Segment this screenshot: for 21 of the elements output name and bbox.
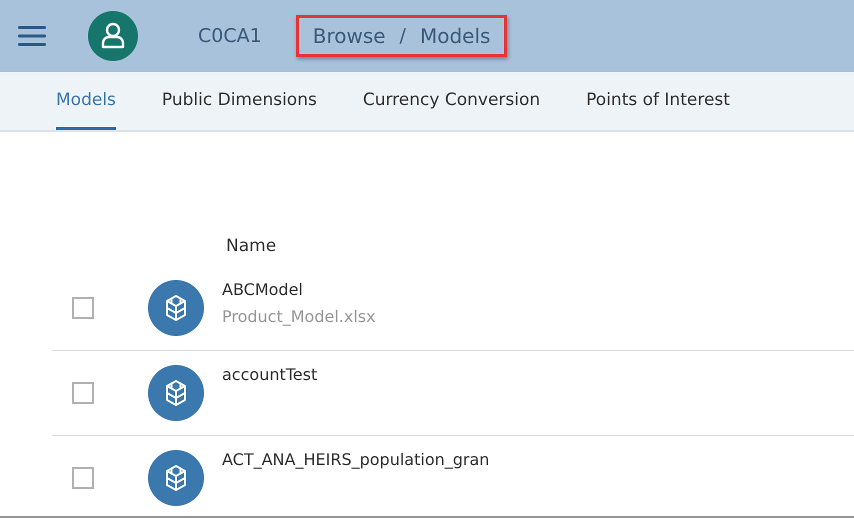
checkbox[interactable] — [72, 467, 94, 489]
tab[interactable]: Models — [56, 72, 116, 130]
cube-icon — [148, 280, 204, 336]
breadcrumb-link[interactable]: Models — [420, 24, 490, 48]
breadcrumb-link[interactable]: Browse — [312, 24, 386, 48]
tab[interactable]: Points of Interest — [586, 72, 730, 130]
tab[interactable]: Currency Conversion — [362, 72, 540, 130]
model-name[interactable]: ACT_ANA_HEIRS_population_gran — [222, 450, 490, 469]
tab[interactable]: Public Dimensions — [162, 72, 317, 130]
cube-icon — [148, 365, 204, 421]
checkbox[interactable] — [72, 297, 94, 319]
menu-icon[interactable] — [18, 25, 46, 47]
breadcrumb-separator: / — [400, 25, 406, 47]
checkbox[interactable] — [72, 382, 94, 404]
column-header[interactable]: Name — [226, 236, 276, 256]
model-name[interactable]: ABCModel — [222, 280, 376, 299]
source-file: Product_Model.xlsx — [222, 307, 376, 326]
cube-icon — [148, 450, 204, 506]
user-avatar-icon[interactable] — [88, 11, 138, 61]
model-name[interactable]: accountTest — [222, 365, 318, 384]
tenant-name: C0CA1 — [198, 25, 262, 47]
